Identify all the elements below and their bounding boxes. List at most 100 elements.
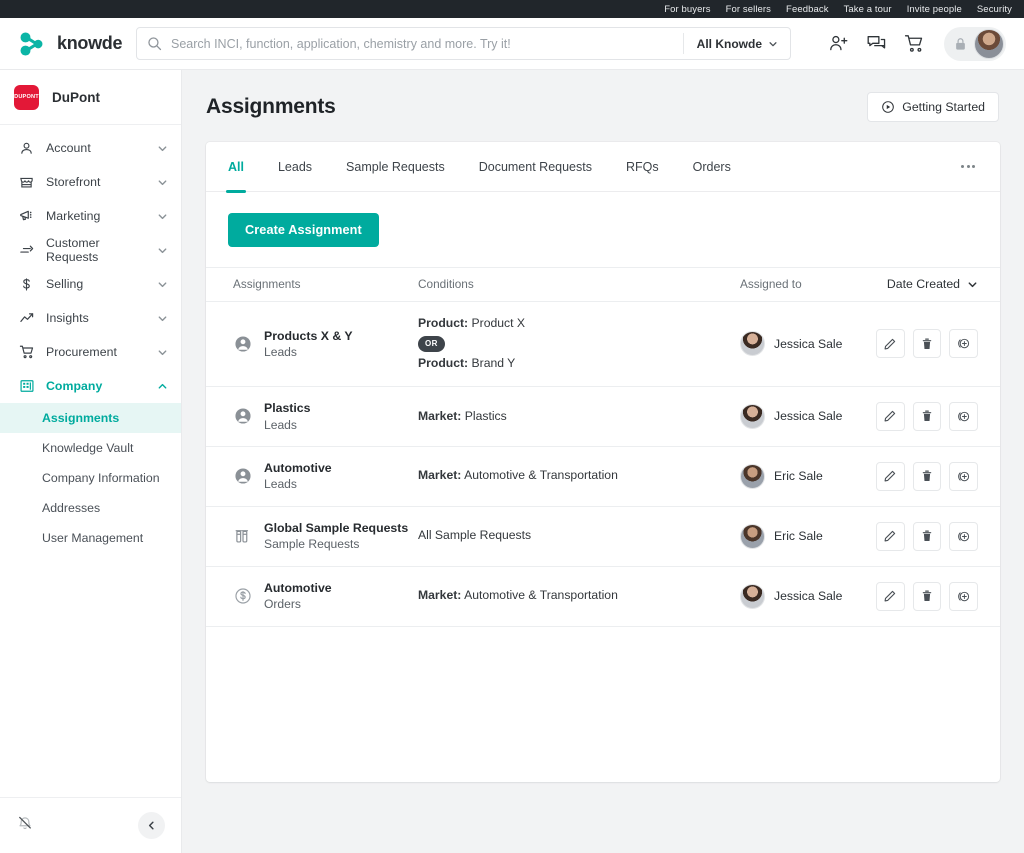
- condition-key: Market:: [418, 408, 462, 423]
- table-row[interactable]: Automotive Orders Market: Automotive & T…: [206, 566, 1000, 627]
- search-scope-dropdown[interactable]: All Knowde: [682, 33, 790, 54]
- sidebar-item-assignments[interactable]: Assignments: [0, 403, 181, 433]
- column-date-created: Date Created: [876, 267, 1000, 302]
- sidebar-item-insights[interactable]: Insights: [0, 301, 181, 335]
- assignment-type: Leads: [264, 417, 297, 432]
- bell-off-icon[interactable]: [17, 815, 33, 836]
- cell-assignee: Jessica Sale: [740, 566, 876, 627]
- megaphone-icon: [18, 208, 35, 224]
- create-row: Create Assignment: [206, 192, 1000, 267]
- delete-button[interactable]: [912, 329, 942, 359]
- table-head: Assignments Conditions Assigned to Date …: [206, 267, 1000, 302]
- edit-button[interactable]: [875, 521, 905, 551]
- chevron-down-icon: [157, 313, 168, 324]
- assignment-name: Products X & Y: [264, 328, 353, 343]
- delete-button[interactable]: [912, 521, 942, 551]
- tab-sample-requests[interactable]: Sample Requests: [346, 142, 445, 192]
- tab-document-requests[interactable]: Document Requests: [479, 142, 592, 192]
- table-row[interactable]: Plastics Leads Market: Plastics Jessica …: [206, 386, 1000, 447]
- table-row[interactable]: Products X & Y Leads Product: Product X …: [206, 301, 1000, 387]
- utility-link-for-buyers[interactable]: For buyers: [664, 4, 710, 15]
- cell-assignee: Eric Sale: [740, 446, 876, 507]
- page-header: Assignments Getting Started: [206, 92, 1000, 122]
- utility-link-feedback[interactable]: Feedback: [786, 4, 829, 15]
- sidebar-item-knowledge-vault[interactable]: Knowledge Vault: [0, 433, 181, 463]
- assignment-type: Sample Requests: [264, 537, 360, 552]
- knowde-logo[interactable]: knowde: [18, 29, 123, 59]
- sidebar-item-storefront[interactable]: Storefront: [0, 165, 181, 199]
- cell-assignee: Jessica Sale: [740, 301, 876, 387]
- chevron-down-icon: [157, 245, 168, 256]
- create-assignment-button[interactable]: Create Assignment: [228, 213, 379, 247]
- sidebar-item-customer-requests[interactable]: Customer Requests: [0, 233, 181, 267]
- sidebar-sublabel: Company Information: [42, 471, 160, 485]
- sidebar-item-selling[interactable]: Selling: [0, 267, 181, 301]
- delete-button[interactable]: [912, 581, 942, 611]
- getting-started-button[interactable]: Getting Started: [867, 92, 999, 122]
- sidebar-item-user-management[interactable]: User Management: [0, 523, 181, 553]
- avatar[interactable]: [974, 28, 1004, 59]
- search-icon: [137, 36, 171, 51]
- sidebar-label: Storefront: [46, 175, 101, 189]
- delete-button[interactable]: [912, 461, 942, 491]
- table-row[interactable]: Automotive Leads Market: Automotive & Tr…: [206, 446, 1000, 507]
- sidebar-collapse-button[interactable]: [138, 812, 165, 839]
- delete-icon: [922, 590, 932, 602]
- utility-link-security[interactable]: Security: [977, 4, 1012, 15]
- avatar: [740, 331, 765, 357]
- cart-icon[interactable]: [904, 33, 925, 54]
- tabs: All Leads Sample Requests Document Reque…: [206, 142, 1000, 193]
- chevron-up-icon: [157, 381, 168, 392]
- edit-icon: [884, 590, 896, 602]
- duplicate-button[interactable]: [949, 401, 978, 431]
- sidebar-label: Company: [46, 379, 103, 393]
- sidebar-item-company[interactable]: Company: [0, 369, 181, 403]
- sidebar-item-company-information[interactable]: Company Information: [0, 463, 181, 493]
- cell-actions: [875, 386, 1000, 447]
- utility-link-take-a-tour[interactable]: Take a tour: [844, 4, 892, 15]
- sidebar-footer: [0, 797, 181, 853]
- edit-button[interactable]: [875, 401, 905, 431]
- search-input[interactable]: [171, 36, 683, 51]
- tab-leads[interactable]: Leads: [278, 142, 312, 192]
- utility-link-for-sellers[interactable]: For sellers: [726, 4, 771, 15]
- tab-rfqs[interactable]: RFQs: [626, 142, 659, 192]
- sidebar-item-addresses[interactable]: Addresses: [0, 493, 181, 523]
- duplicate-button[interactable]: [949, 521, 978, 551]
- account-menu[interactable]: [944, 26, 1006, 61]
- more-options-icon[interactable]: [955, 159, 981, 174]
- org-switcher[interactable]: DUPONT DuPont: [0, 70, 181, 125]
- edit-button[interactable]: [875, 329, 905, 359]
- sidebar-item-marketing[interactable]: Marketing: [0, 199, 181, 233]
- sidebar-label: Account: [46, 141, 91, 155]
- tab-label: All: [228, 159, 244, 174]
- cell-actions: [875, 506, 1000, 567]
- duplicate-button[interactable]: [949, 581, 978, 611]
- messages-icon[interactable]: [866, 33, 887, 54]
- duplicate-button[interactable]: [949, 329, 978, 359]
- edit-icon: [884, 338, 896, 350]
- tab-orders[interactable]: Orders: [693, 142, 731, 192]
- page-title: Assignments: [206, 95, 336, 118]
- utility-link-invite-people[interactable]: Invite people: [907, 4, 962, 15]
- delete-button[interactable]: [912, 401, 942, 431]
- cell-conditions: Market: Automotive & Transportation: [418, 446, 740, 507]
- invite-user-icon[interactable]: [828, 33, 849, 54]
- tab-label: RFQs: [625, 159, 659, 174]
- sort-date-created[interactable]: Date Created: [887, 277, 978, 291]
- table-header-row: Assignments Conditions Assigned to Date …: [206, 267, 1000, 302]
- duplicate-icon: [958, 591, 970, 601]
- tab-all[interactable]: All: [226, 142, 246, 193]
- search-bar[interactable]: All Knowde: [136, 27, 791, 60]
- table-row[interactable]: Global Sample Requests Sample Requests A…: [206, 506, 1000, 567]
- cell-conditions: Market: Automotive & Transportation: [418, 566, 740, 627]
- condition-key: Product:: [418, 316, 469, 330]
- cell-assignment: Automotive Orders: [206, 566, 418, 627]
- sidebar-item-procurement[interactable]: Procurement: [0, 335, 181, 369]
- delete-icon: [922, 530, 932, 542]
- edit-button[interactable]: [875, 581, 905, 611]
- edit-button[interactable]: [875, 461, 905, 491]
- sidebar-item-account[interactable]: Account: [0, 131, 181, 165]
- main-content: Assignments Getting Started All Leads Sa…: [182, 70, 1024, 853]
- duplicate-button[interactable]: [949, 461, 978, 491]
